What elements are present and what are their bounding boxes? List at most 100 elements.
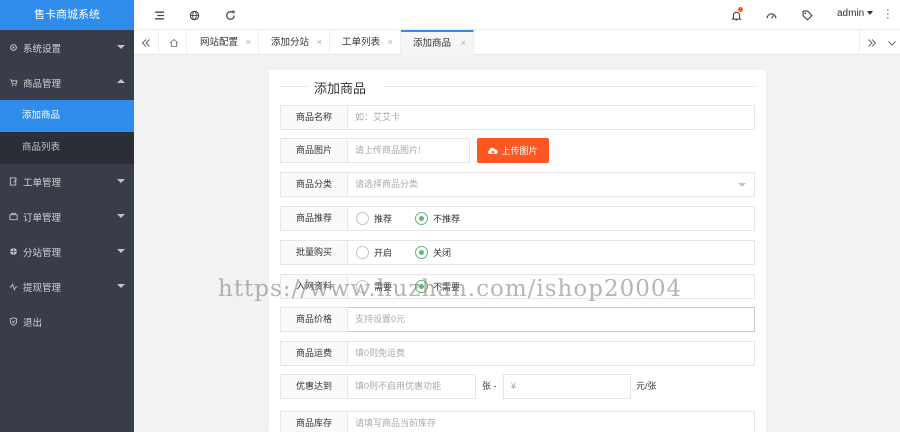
refresh-icon[interactable] xyxy=(223,8,237,22)
username: admin xyxy=(837,8,865,19)
field-label: 商品分类 xyxy=(280,172,348,197)
radio-bulk-on[interactable]: 开启 xyxy=(356,246,392,259)
tab-site-config[interactable]: 网站配置 × xyxy=(188,30,259,55)
chevron-down-icon xyxy=(738,183,746,187)
discount-unit-text: 元/张 xyxy=(636,381,657,391)
sidebar-submenu-products: 添加商品 商品列表 xyxy=(0,100,134,164)
radio-recommend-no[interactable]: 不推荐 xyxy=(415,212,460,225)
form-row-name: 商品名称 如：艾艾卡 xyxy=(280,105,755,130)
home-icon[interactable] xyxy=(162,30,187,55)
pulse-icon xyxy=(7,281,19,293)
user-menu[interactable]: admin xyxy=(837,8,874,19)
tab-add-product[interactable]: 添加商品 × xyxy=(401,30,474,55)
upload-image-button[interactable]: 上传图片 xyxy=(477,138,549,163)
notification-dot xyxy=(738,7,743,12)
sidebar: 售卡商城系统 系统设置 商品管理 添加商品 商品列表 工单管理 订单管理 分站管… xyxy=(0,0,134,432)
field-label: 商品图片 xyxy=(280,138,348,163)
radio-circle-checked xyxy=(415,246,428,259)
chevron-down-icon xyxy=(117,45,125,49)
tabs-scroll-right-icon[interactable] xyxy=(859,30,884,55)
add-product-form-card: 添加商品 商品名称 如：艾艾卡 商品图片 请上传商品图片! 上传图片 商品分类 … xyxy=(269,70,766,432)
bell-icon[interactable] xyxy=(729,7,743,22)
app-logo-title: 售卡商城系统 xyxy=(0,0,134,30)
cloud-upload-icon xyxy=(488,147,499,155)
order-icon xyxy=(7,211,19,223)
sidebar-item-substation-management[interactable]: 分站管理 xyxy=(0,234,134,269)
product-name-input[interactable]: 如：艾艾卡 xyxy=(348,105,755,130)
sidebar-item-label: 退出 xyxy=(23,317,43,329)
gear-icon xyxy=(7,42,19,54)
form-row-price: 商品价格 支持设置0元 xyxy=(280,307,755,332)
sidebar-subitem-add-product[interactable]: 添加商品 xyxy=(0,100,134,132)
tab-close-icon[interactable]: × xyxy=(388,30,393,55)
form-legend: 添加商品 xyxy=(279,78,756,97)
cart-icon xyxy=(7,77,19,89)
sidebar-item-label: 订单管理 xyxy=(23,212,62,224)
form-row-discount: 优惠达到 填0则不启用优惠功能 张 - ¥ 元/张 xyxy=(280,374,755,399)
globe-icon[interactable] xyxy=(187,8,201,22)
tabs-bar: 网站配置 × 添加分站 × 工单列表 × 添加商品 × xyxy=(134,30,900,55)
ticket-icon xyxy=(7,176,19,188)
sidebar-item-product-management[interactable]: 商品管理 xyxy=(0,65,134,100)
chevron-down-icon xyxy=(117,179,125,183)
form-row-image: 商品图片 请上传商品图片! 上传图片 xyxy=(280,138,755,163)
chevron-down-icon xyxy=(117,214,125,218)
tab-ticket-list[interactable]: 工单列表 × xyxy=(330,30,401,55)
radio-circle xyxy=(356,246,369,259)
top-header: admin · · · xyxy=(134,0,900,30)
shipping-input[interactable]: 填0则免运费 xyxy=(348,341,755,366)
tab-add-substation[interactable]: 添加分站 × xyxy=(259,30,330,55)
sidebar-item-order-management[interactable]: 订单管理 xyxy=(0,199,134,234)
sidebar-item-logout[interactable]: 退出 xyxy=(0,304,134,339)
sidebar-item-label: 提现管理 xyxy=(23,282,62,294)
dashboard-icon[interactable] xyxy=(764,8,778,22)
tabs-dropdown-icon[interactable] xyxy=(884,30,900,55)
field-label: 商品运费 xyxy=(280,341,348,366)
sidebar-item-system-settings[interactable]: 系统设置 xyxy=(0,30,134,65)
watermark-text: https://www.huzhan.com/ishop20004 xyxy=(218,276,683,302)
tab-close-icon[interactable]: × xyxy=(317,30,322,55)
sidebar-item-label: 工单管理 xyxy=(23,177,62,189)
tag-icon[interactable] xyxy=(800,8,814,22)
sidebar-item-label: 商品管理 xyxy=(23,78,62,90)
tab-close-icon[interactable]: × xyxy=(461,32,466,55)
globe-icon xyxy=(7,246,19,258)
sidebar-item-label: 系统设置 xyxy=(23,43,62,55)
sidebar-item-label: 分站管理 xyxy=(23,247,62,259)
chevron-up-icon xyxy=(117,79,125,83)
form-row-category: 商品分类 请选择商品分类 xyxy=(280,172,755,197)
radio-circle xyxy=(356,212,369,225)
price-input[interactable]: 支持设置0元 xyxy=(348,307,755,332)
stock-input[interactable]: 请填写商品当前库存 xyxy=(348,411,755,432)
sidebar-subitem-product-list[interactable]: 商品列表 xyxy=(0,132,134,164)
chevron-down-icon xyxy=(117,249,125,253)
menu-toggle-icon[interactable] xyxy=(152,8,166,22)
radio-recommend-yes[interactable]: 推荐 xyxy=(356,212,392,225)
radio-bulk-off[interactable]: 关闭 xyxy=(415,246,451,259)
form-row-recommend: 商品推荐 推荐 不推荐 xyxy=(280,206,755,231)
category-select[interactable]: 请选择商品分类 xyxy=(348,172,755,197)
more-vertical-icon[interactable]: · · · xyxy=(886,5,890,24)
field-label: 批量购买 xyxy=(280,240,348,265)
field-label: 商品推荐 xyxy=(280,206,348,231)
sidebar-item-withdrawal-management[interactable]: 提现管理 xyxy=(0,269,134,304)
form-title: 添加商品 xyxy=(309,78,372,97)
shield-icon xyxy=(7,316,19,328)
tab-close-icon[interactable]: × xyxy=(246,30,251,55)
discount-quantity-input[interactable]: 填0则不启用优惠功能 xyxy=(348,374,476,399)
sidebar-item-ticket-management[interactable]: 工单管理 xyxy=(0,164,134,199)
radio-circle-checked xyxy=(415,212,428,225)
chevron-down-icon xyxy=(117,284,125,288)
form-row-shipping: 商品运费 填0则免运费 xyxy=(280,341,755,366)
caret-down-icon xyxy=(867,11,874,16)
field-label: 优惠达到 xyxy=(280,374,348,399)
discount-mid-text: 张 - xyxy=(482,381,497,391)
product-image-input[interactable]: 请上传商品图片! xyxy=(348,138,470,163)
tabs-scroll-left-icon[interactable] xyxy=(134,30,159,55)
field-label: 商品名称 xyxy=(280,105,348,130)
form-row-bulk: 批量购买 开启 关闭 xyxy=(280,240,755,265)
field-label: 商品价格 xyxy=(280,307,348,332)
form-row-stock: 商品库存 请填写商品当前库存 xyxy=(280,411,755,432)
field-label: 商品库存 xyxy=(280,411,348,432)
discount-price-input[interactable]: ¥ xyxy=(503,374,631,399)
